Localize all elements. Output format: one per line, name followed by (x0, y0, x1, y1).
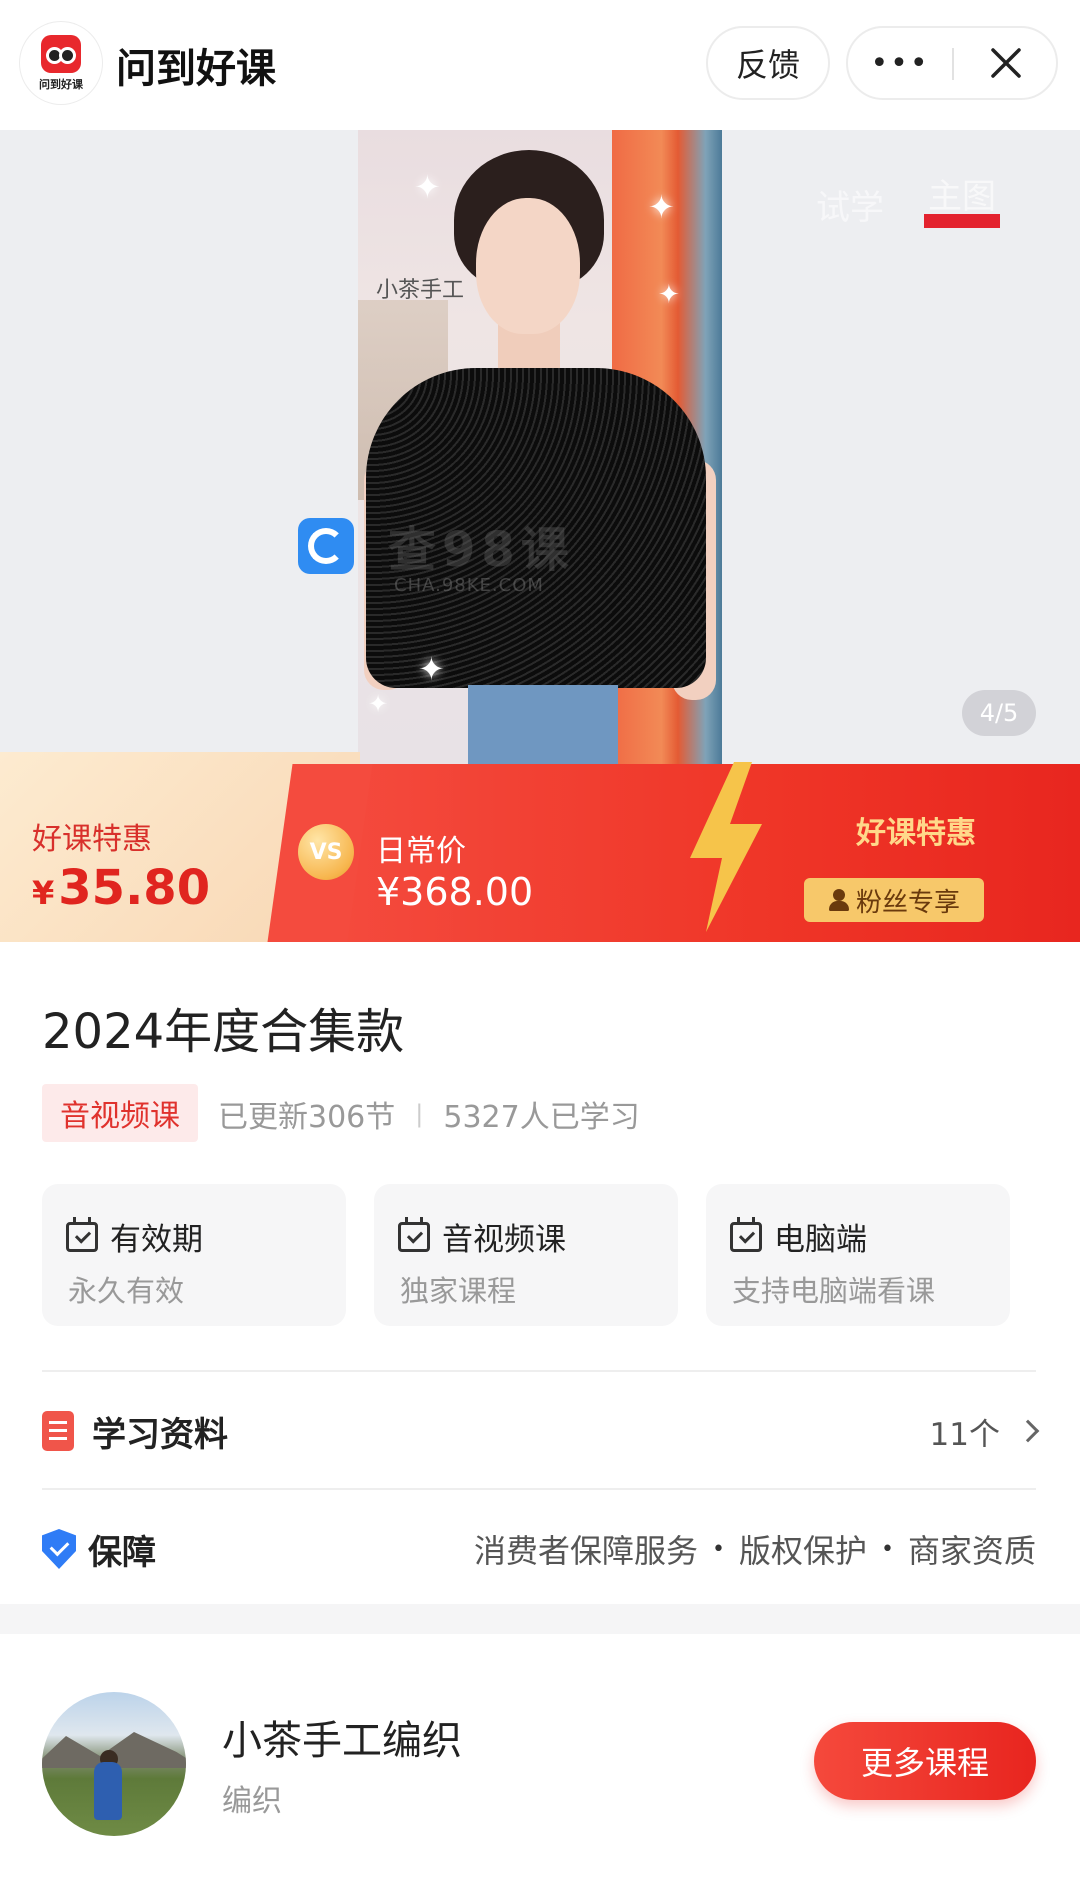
study-materials-count: 11个 (929, 1409, 1040, 1454)
calendar-check-icon (398, 1216, 430, 1252)
more-options-button[interactable]: ••• (848, 28, 952, 98)
lesson-count: 已更新306节 (218, 1100, 396, 1135)
author-category: 编织 (222, 1784, 282, 1819)
tab-trial[interactable]: 试学 (816, 180, 884, 229)
regular-price: ¥368.00 (376, 870, 534, 914)
sparkle-icon: ✦ (414, 168, 441, 206)
feature-subtitle: 支持电脑端看课 (732, 1274, 936, 1308)
fans-exclusive-label: 粉丝专享 (855, 887, 960, 918)
author-avatar[interactable] (42, 1692, 186, 1836)
feature-card-validity: 有效期 永久有效 (42, 1184, 346, 1326)
deal-value: 35.80 (58, 860, 211, 916)
sparkle-icon: ✦ (658, 280, 680, 310)
guarantee-separator: • (712, 1536, 725, 1562)
feedback-button[interactable]: 反馈 (706, 26, 830, 100)
top-bar: 问到好课 问到好课 反馈 ••• (0, 0, 1080, 130)
shield-icon (42, 1529, 76, 1569)
course-title: 2024年度合集款 (42, 1004, 405, 1060)
deal-currency: ¥ (32, 874, 55, 912)
regular-price-label: 日常价 (376, 834, 466, 869)
guarantee-row[interactable]: 保障 消费者保障服务 • 版权保护 • 商家资质 (42, 1490, 1036, 1608)
guarantee-label: 保障 (88, 1532, 156, 1573)
site-logo-icon (298, 518, 354, 574)
user-icon (828, 889, 850, 911)
feature-subtitle: 独家课程 (400, 1274, 517, 1308)
sparkle-icon: ✦ (648, 188, 675, 226)
close-icon (991, 48, 1021, 78)
lightning-icon (690, 762, 762, 932)
promo-label: 好课特惠 (856, 816, 976, 851)
study-materials-label: 学习资料 (92, 1414, 228, 1455)
app-logo-icon (41, 34, 81, 73)
app-logo-text: 问到好课 (39, 77, 83, 91)
guarantee-items: 消费者保障服务 • 版权保护 • 商家资质 (474, 1526, 1036, 1572)
guarantee-item: 消费者保障服务 (473, 1532, 698, 1570)
fans-exclusive-badge: 粉丝专享 (804, 878, 984, 922)
sparkle-icon: ✦ (418, 650, 445, 688)
deal-label: 好课特惠 (32, 822, 152, 857)
calendar-check-icon (66, 1216, 98, 1252)
feature-cards: 有效期 永久有效 音视频课 独家课程 电脑端 支持电脑端看课 (42, 1184, 1042, 1326)
watermark-url: CHA.98KE.COM (394, 575, 544, 596)
photo-figure-face (476, 198, 580, 334)
course-stats: 已更新306节 | 5327人已学习 (218, 1092, 640, 1136)
mini-program-capsule: ••• (846, 26, 1058, 100)
feature-title: 电脑端 (774, 1222, 867, 1258)
guarantee-item: 版权保护 (738, 1532, 867, 1570)
author-name[interactable]: 小茶手工编织 (222, 1708, 462, 1766)
vs-badge: VS (298, 824, 354, 880)
avatar-figure (94, 1762, 122, 1820)
course-type-tag: 音视频课 (42, 1084, 198, 1142)
study-materials-row[interactable]: 学习资料 11个 (42, 1372, 1040, 1490)
stats-separator: | (415, 1100, 424, 1128)
watermark-author: 小茶手工 (376, 278, 465, 303)
app-logo: 问到好课 (20, 22, 102, 104)
document-icon (42, 1411, 74, 1451)
chevron-right-icon (1016, 1419, 1040, 1443)
section-gap (0, 1604, 1080, 1634)
guarantee-separator: • (881, 1536, 894, 1562)
feature-card-format: 音视频课 独家课程 (374, 1184, 678, 1326)
watermark-site: 查98课 (388, 522, 575, 578)
course-cover-photo: 小茶手工 查98课 CHA.98KE.COM ✦ ✦ ✦ ✦ ✦ (358, 130, 722, 766)
deal-price: ¥35.80 (32, 860, 210, 916)
tab-main-image[interactable]: 主图 (924, 180, 1000, 228)
hero-carousel[interactable]: 小茶手工 查98课 CHA.98KE.COM ✦ ✦ ✦ ✦ ✦ 试学 主图 4… (0, 130, 1080, 766)
materials-count: 11个 (929, 1416, 1000, 1453)
feature-subtitle: 永久有效 (68, 1274, 185, 1308)
carousel-counter: 4/5 (962, 690, 1036, 736)
price-banner: 好课特惠 ¥35.80 VS 日常价 ¥368.00 好课特惠 粉丝专享 (0, 752, 1080, 942)
calendar-check-icon (730, 1216, 762, 1252)
feature-title: 音视频课 (442, 1222, 566, 1258)
learner-count: 5327人已学习 (443, 1100, 640, 1135)
guarantee-item: 商家资质 (907, 1532, 1036, 1570)
app-title: 问到好课 (116, 46, 276, 92)
sparkle-icon: ✦ (368, 690, 389, 718)
feature-card-desktop: 电脑端 支持电脑端看课 (706, 1184, 1010, 1326)
close-button[interactable] (954, 28, 1058, 98)
more-courses-button[interactable]: 更多课程 (814, 1722, 1036, 1800)
feature-title: 有效期 (110, 1222, 203, 1258)
